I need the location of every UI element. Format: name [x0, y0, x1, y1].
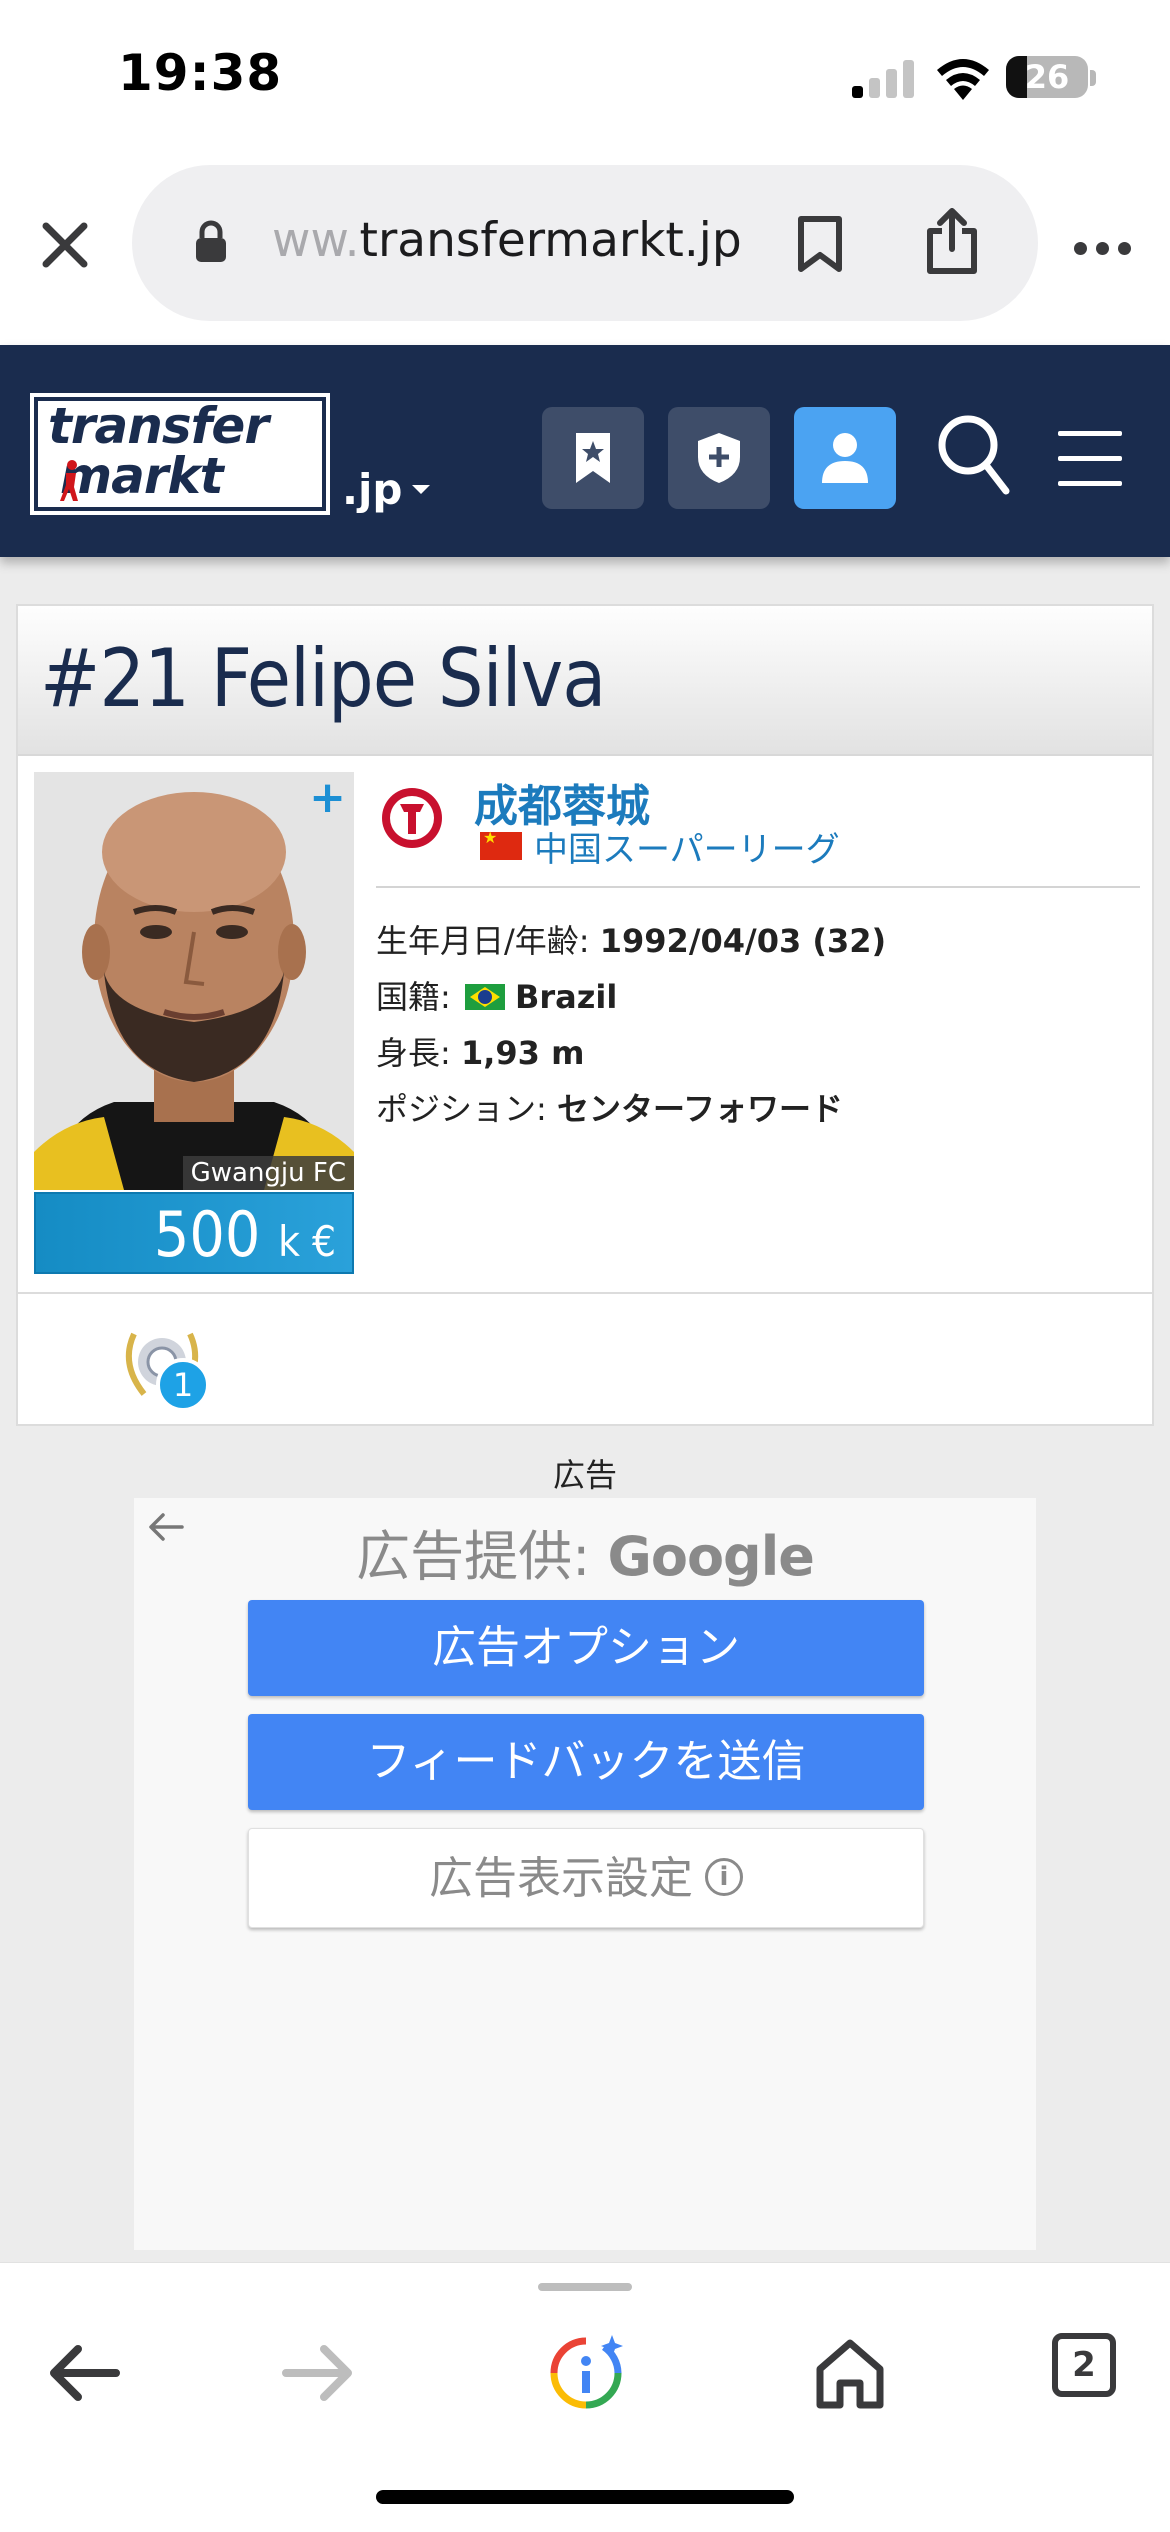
position-value: センターフォワード	[556, 1090, 844, 1128]
url-domain: transfermarkt.jp	[359, 213, 742, 268]
battery-level: 26	[1024, 58, 1070, 96]
url-prefix: ww.	[272, 213, 360, 268]
watchlist-button[interactable]	[542, 407, 644, 509]
add-icon[interactable]: +	[309, 772, 346, 823]
status-time: 19:38	[118, 44, 283, 102]
forward-icon[interactable]	[278, 2333, 358, 2413]
ad-options-button[interactable]: 広告オプション	[248, 1600, 924, 1696]
club-favorites-button[interactable]	[668, 407, 770, 509]
google-lens-info-icon[interactable]	[546, 2333, 626, 2413]
battery-cap	[1090, 70, 1096, 86]
chevron-down-icon[interactable]	[412, 485, 430, 494]
player-title: #21 Felipe Silva	[40, 632, 606, 725]
market-value: 500 k €	[154, 1198, 336, 1271]
market-value-unit: k €	[278, 1217, 336, 1266]
nationality-value: Brazil	[514, 978, 618, 1016]
address-bar[interactable]: ww.transfermarkt.jp	[132, 165, 1038, 321]
player-photo[interactable]: + Gwangju FC	[34, 772, 354, 1190]
position-label: ポジション:	[376, 1090, 547, 1128]
bookmark-icon[interactable]	[796, 215, 844, 273]
user-account-button[interactable]	[794, 407, 896, 509]
nationality-row: 国籍: Brazil	[376, 972, 617, 1018]
bookmark-star-icon	[576, 433, 610, 483]
league-link[interactable]: 中国スーパーリーグ	[534, 822, 840, 871]
photo-club-tag: Gwangju FC	[182, 1156, 354, 1190]
share-icon[interactable]	[924, 207, 980, 275]
dob-row: 生年月日/年齢: 1992/04/03 (32)	[376, 916, 886, 962]
home-icon[interactable]	[810, 2333, 890, 2413]
user-icon	[822, 433, 868, 483]
back-icon[interactable]	[44, 2333, 124, 2413]
logo-player-icon	[60, 460, 78, 501]
battery-indicator: 26	[1006, 56, 1088, 98]
sheet-grabber[interactable]	[538, 2283, 632, 2291]
position-row: ポジション: センターフォワード	[376, 1084, 843, 1130]
ad-label: 広告	[552, 1456, 617, 1494]
home-indicator[interactable]	[376, 2490, 794, 2504]
browser-address-area: ww.transfermarkt.jp	[0, 150, 1170, 345]
dob-label: 生年月日/年齢:	[376, 922, 590, 960]
send-feedback-button[interactable]: フィードバックを送信	[248, 1714, 924, 1810]
cellular-signal-icon	[852, 58, 914, 98]
height-value: 1,93 m	[460, 1034, 585, 1072]
ad-settings-label: 広告表示設定	[429, 1853, 693, 1904]
ad-container: 広告提供: Google 広告オプション フィードバックを送信 広告表示設定 i	[134, 1498, 1036, 2250]
height-label: 身長:	[376, 1034, 451, 1072]
award-count-badge: 1	[156, 1358, 210, 1412]
market-value-box[interactable]: 500 k €	[34, 1192, 354, 1274]
status-bar: 19:38 26	[0, 0, 1170, 150]
shield-plus-icon	[698, 433, 740, 483]
wifi-icon	[937, 59, 989, 100]
url-text[interactable]: ww.transfermarkt.jp	[272, 213, 742, 268]
logo-line-2: markt	[60, 447, 224, 505]
tab-switcher-button[interactable]: 2	[1052, 2333, 1116, 2397]
card-divider	[18, 1292, 1152, 1294]
close-icon[interactable]	[40, 220, 90, 270]
height-row: 身長: 1,93 m	[376, 1028, 584, 1074]
domain-selector[interactable]: .jp	[342, 465, 402, 514]
lock-icon	[196, 220, 226, 262]
site-header: transfer markt .jp	[0, 345, 1170, 557]
dob-value: 1992/04/03 (32)	[599, 922, 887, 960]
brazil-flag-icon	[464, 984, 505, 1010]
search-icon[interactable]	[936, 413, 1010, 497]
ad-settings-button[interactable]: 広告表示設定 i	[248, 1828, 924, 1928]
ad-provider-brand: Google	[607, 1525, 815, 1588]
site-logo[interactable]: transfer markt	[30, 393, 330, 515]
player-card: #21 Felipe Silva + Gwangju FC 500 k € 成都…	[16, 604, 1154, 1426]
market-value-number: 500	[153, 1198, 261, 1271]
nationality-label: 国籍:	[376, 978, 451, 1016]
club-crest-icon[interactable]	[380, 786, 444, 850]
more-options-icon[interactable]	[1074, 242, 1132, 258]
ad-provider-text: 広告提供: Google	[134, 1512, 1036, 1591]
player-header: #21 Felipe Silva	[18, 606, 1152, 756]
menu-icon[interactable]	[1058, 431, 1122, 487]
player-portrait-image	[34, 772, 354, 1190]
divider	[376, 886, 1140, 888]
ad-provider-prefix: 広告提供:	[356, 1525, 591, 1588]
info-icon: i	[705, 1858, 743, 1896]
china-flag-icon	[480, 828, 522, 860]
